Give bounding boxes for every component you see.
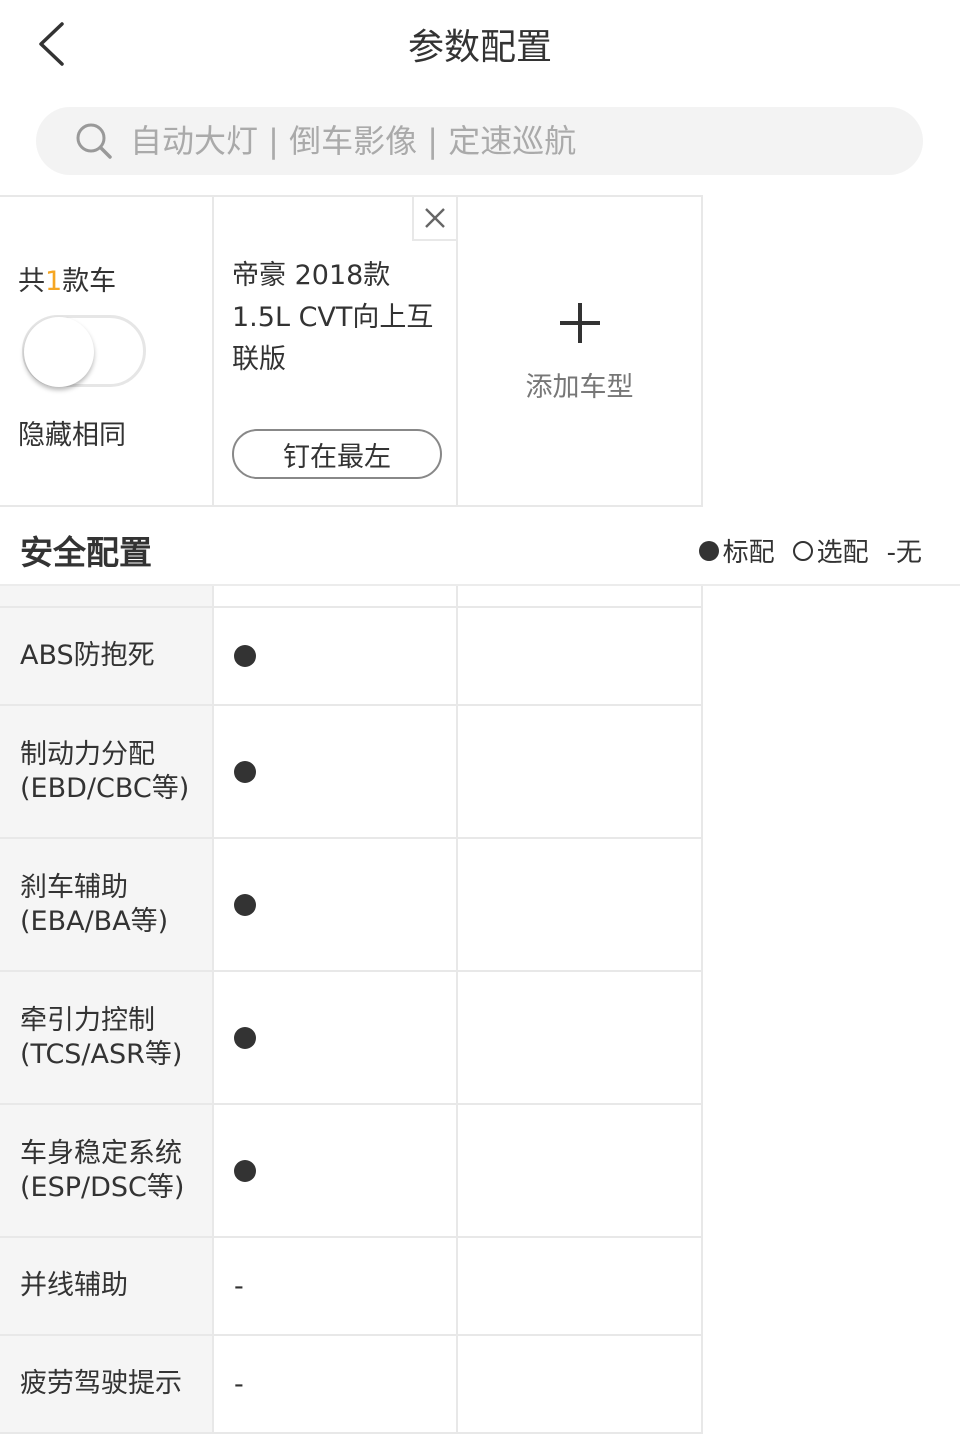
car-name: 帝豪 2018款 1.5L CVT向上互联版 <box>232 260 434 375</box>
car-compare-header: 共1款车 隐藏相同 帝豪 2018款 1.5L CVT向上互联版 钉在最左 添加… <box>0 195 703 507</box>
standard-dot-icon <box>234 893 256 916</box>
section-header: 安全配置 标配 选配 -无 <box>0 508 960 586</box>
hide-same-toggle-knob[interactable] <box>24 317 94 387</box>
search-input[interactable] <box>130 122 890 160</box>
row-value: - <box>214 1238 458 1334</box>
close-icon <box>425 208 445 228</box>
section-title: 安全配置 <box>20 533 152 572</box>
add-car-label[interactable]: 添加车型 <box>458 365 701 404</box>
search-bar[interactable] <box>36 107 923 175</box>
page-title: 参数配置 <box>407 27 552 68</box>
row-label: 并线辅助 <box>0 1238 214 1334</box>
row-label: ABS防抱死 <box>0 608 214 704</box>
legend-optional: 选配 <box>816 538 869 568</box>
table-row: 制动力分配(EBD/CBC等) <box>0 706 703 839</box>
row-label: 刹车辅助(EBA/BA等) <box>0 839 214 970</box>
row-value <box>214 608 458 704</box>
table-row: ABS防抱死 <box>0 608 703 706</box>
legend: 标配 选配 -无 <box>698 532 922 569</box>
car-count: 共1款车 <box>18 266 117 297</box>
remove-car-button[interactable] <box>412 195 458 241</box>
table-row: 车身稳定系统(ESP/DSC等) <box>0 1105 703 1238</box>
top-bar: 参数配置 <box>0 0 960 92</box>
row-label: 制动力分配(EBD/CBC等) <box>0 706 214 837</box>
row-label: 疲劳驾驶提示 <box>0 1336 214 1432</box>
plus-icon[interactable] <box>458 301 701 345</box>
row-value <box>214 972 458 1103</box>
standard-dot-icon <box>234 760 256 783</box>
add-car-column[interactable]: 添加车型 <box>458 197 703 505</box>
row-value <box>214 1105 458 1236</box>
table-row: 并线辅助 - <box>0 1238 703 1336</box>
row-value <box>214 839 458 970</box>
compare-controls: 共1款车 隐藏相同 <box>0 197 214 505</box>
hide-same-label: 隐藏相同 <box>18 420 126 451</box>
config-table: ABS防抱死 制动力分配(EBD/CBC等) 刹车辅助(EBA/BA等) 牵引力… <box>0 586 703 1434</box>
standard-dot-icon <box>234 645 256 667</box>
optional-dot-icon <box>792 540 813 561</box>
standard-dot-icon <box>234 1159 256 1182</box>
table-row: 刹车辅助(EBA/BA等) <box>0 839 703 972</box>
page: 参数配置 共1款车 隐藏相同 帝豪 2018款 1.5L CV <box>0 0 960 1439</box>
standard-dot-icon <box>698 540 719 561</box>
row-value: - <box>214 1336 458 1432</box>
table-row: 疲劳驾驶提示 - <box>0 1336 703 1434</box>
standard-dot-icon <box>234 1026 256 1049</box>
table-row <box>0 586 703 608</box>
row-value <box>214 706 458 837</box>
pin-left-button[interactable]: 钉在最左 <box>232 429 442 479</box>
table-row: 牵引力控制(TCS/ASR等) <box>0 972 703 1105</box>
search-icon <box>74 121 114 161</box>
row-label: 车身稳定系统(ESP/DSC等) <box>0 1105 214 1236</box>
legend-none: -无 <box>886 538 922 568</box>
car-column: 帝豪 2018款 1.5L CVT向上互联版 钉在最左 <box>214 195 458 505</box>
legend-standard: 标配 <box>722 538 775 568</box>
row-label: 牵引力控制(TCS/ASR等) <box>0 972 214 1103</box>
